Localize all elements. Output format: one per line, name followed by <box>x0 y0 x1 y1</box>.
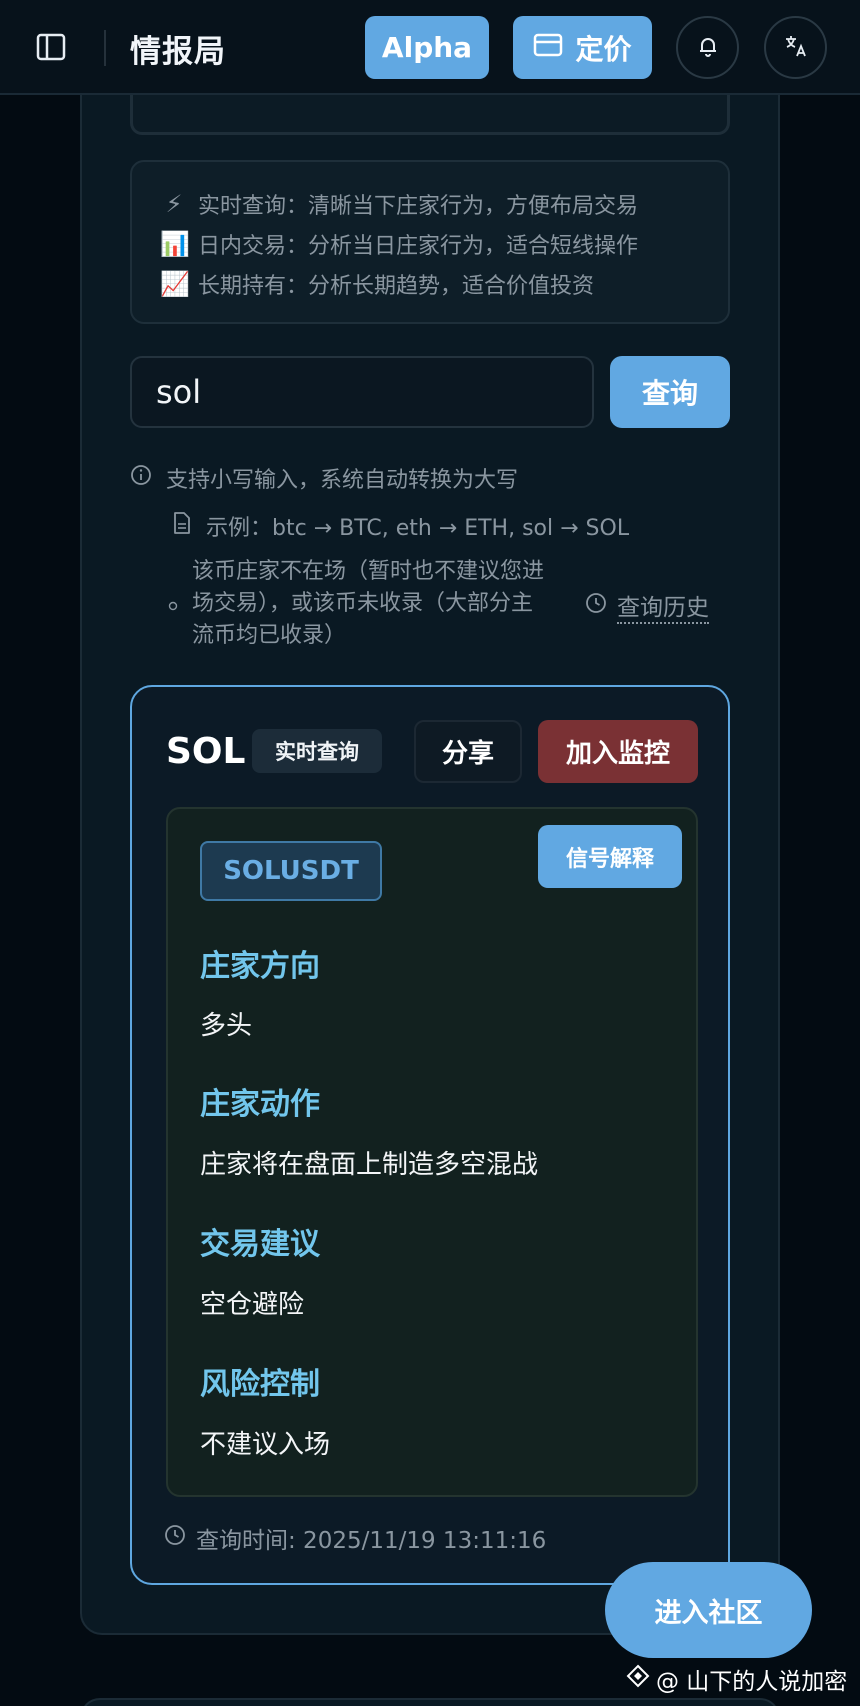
watermark-text: @ 山下的人说加密 <box>656 1669 848 1695</box>
result-card: SOL 实时查询 分享 加入监控 SOLUSDT 信号解释 庄家方向 多头 庄家… <box>130 685 730 1585</box>
query-history-link[interactable]: 查询历史 <box>585 588 709 624</box>
dealer-direction-value: 多头 <box>200 1011 253 1041</box>
watermark: @ 山下的人说加密 <box>626 1662 847 1696</box>
share-button[interactable]: 分享 <box>414 720 522 783</box>
result-symbol: SOL <box>166 731 246 772</box>
mode-description-box: ⚡ 实时查询：清晰当下庄家行为，方便布局交易 📊 日内交易：分析当日庄家行为，适… <box>130 160 730 324</box>
not-listed-hint: 该币庄家不在场（暂时也不建议您进场交易），或该币未收录（大部分主流币均已收录） <box>168 556 548 652</box>
mode-badge: 实时查询 <box>252 729 382 773</box>
dealer-action-value: 庄家将在盘面上制造多空混战 <box>200 1150 539 1180</box>
info-text: 日内交易：分析当日庄家行为，适合短线操作 <box>198 234 639 259</box>
diamond-logo-icon <box>626 1664 650 1694</box>
top-bar: 情报局 Alpha 定价 <box>0 0 860 95</box>
document-icon <box>172 511 192 541</box>
info-text: 长期持有：分析长期趋势，适合价值投资 <box>198 274 595 299</box>
language-button[interactable] <box>764 16 827 79</box>
query-time: 查询时间: 2025/11/19 13:11:16 <box>164 1521 546 1555</box>
example-hint: 示例：btc → BTC, eth → ETH, sol → SOL <box>172 510 629 542</box>
alpha-button[interactable]: Alpha <box>365 16 489 79</box>
clock-icon <box>164 1524 186 1552</box>
hint-text: 支持小写输入，系统自动转换为大写 <box>166 468 519 493</box>
analysis-box: SOLUSDT 信号解释 庄家方向 多头 庄家动作 庄家将在盘面上制造多空混战 … <box>166 807 698 1497</box>
next-panel <box>80 1698 780 1706</box>
lowercase-hint: 支持小写输入，系统自动转换为大写 <box>130 462 518 494</box>
info-text: 实时查询：清晰当下庄家行为，方便布局交易 <box>198 194 639 219</box>
pricing-label: 定价 <box>575 32 632 66</box>
add-monitor-button[interactable]: 加入监控 <box>538 720 698 783</box>
risk-control-title: 风险控制 <box>200 1367 320 1402</box>
translate-icon <box>783 33 809 63</box>
query-time-text: 查询时间: 2025/11/19 13:11:16 <box>196 1528 547 1554</box>
trade-advice-value: 空仓避险 <box>200 1290 305 1320</box>
trend-up-icon: 📈 <box>160 270 190 298</box>
hint-text: 该币庄家不在场（暂时也不建议您进场交易），或该币未收录（大部分主流币均已收录） <box>192 559 545 648</box>
info-line: 📈 长期持有：分析长期趋势，适合价值投资 <box>160 264 700 304</box>
trading-pair-badge: SOLUSDT <box>200 841 382 901</box>
dot-icon <box>168 592 178 617</box>
signal-explain-button[interactable]: 信号解释 <box>538 825 682 888</box>
enter-community-button[interactable]: 进入社区 <box>605 1562 812 1658</box>
clock-icon <box>585 592 607 620</box>
query-button[interactable]: 查询 <box>610 356 730 428</box>
info-line: 📊 日内交易：分析当日庄家行为，适合短线操作 <box>160 224 700 264</box>
bell-icon <box>696 34 720 62</box>
hint-text: 示例：btc → BTC, eth → ETH, sol → SOL <box>206 516 630 541</box>
risk-control-value: 不建议入场 <box>200 1430 331 1460</box>
info-line: ⚡ 实时查询：清晰当下庄家行为，方便布局交易 <box>160 184 700 224</box>
app-title: 情报局 <box>130 34 226 70</box>
dealer-direction-title: 庄家方向 <box>200 949 320 984</box>
lightning-icon: ⚡ <box>165 190 183 218</box>
credit-card-icon <box>533 31 563 64</box>
pricing-button[interactable]: 定价 <box>513 16 652 79</box>
symbol-search-input[interactable]: sol <box>130 356 594 428</box>
notifications-button[interactable] <box>676 16 739 79</box>
trade-advice-title: 交易建议 <box>200 1227 320 1262</box>
bar-chart-icon: 📊 <box>160 230 190 258</box>
dealer-action-title: 庄家动作 <box>200 1087 320 1122</box>
info-circle-icon <box>130 464 152 492</box>
header-divider <box>104 30 106 66</box>
sidebar-toggle-icon[interactable] <box>36 32 66 62</box>
history-label: 查询历史 <box>617 588 709 624</box>
